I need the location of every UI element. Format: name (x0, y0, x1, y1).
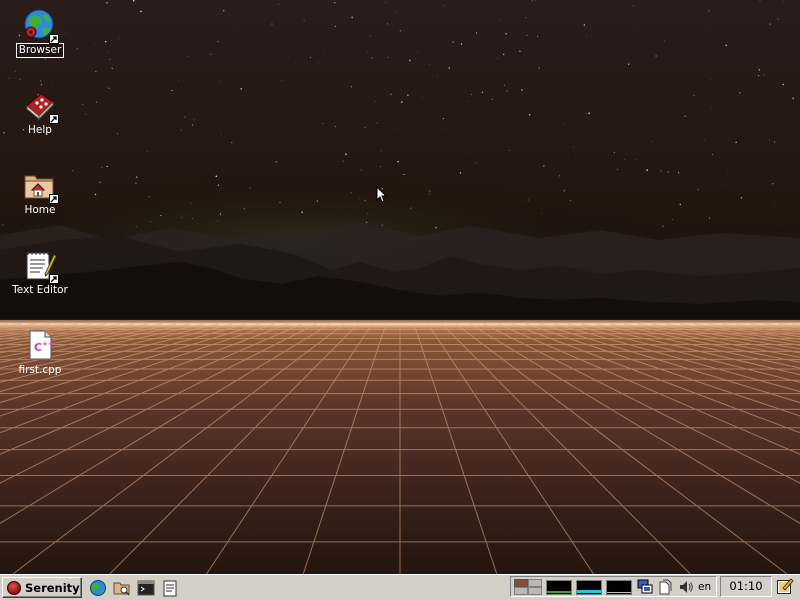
serenity-logo-icon (7, 580, 21, 595)
network-graph[interactable] (606, 580, 632, 595)
desktop-icon-help[interactable]: Help (0, 88, 80, 137)
desktop-icon-home[interactable]: Home (0, 168, 80, 217)
desktop-icon-label: Help (28, 124, 52, 136)
quick-launch-text-editor-icon[interactable] (161, 579, 179, 597)
clock[interactable]: 01:10 (720, 576, 772, 597)
desktop-icon-label: first.cpp (18, 364, 62, 376)
cpp-file-icon: C ++ (29, 330, 54, 360)
start-menu-button[interactable]: Serenity (2, 577, 82, 598)
desktop-icon-browser[interactable]: Browser (0, 8, 80, 58)
memory-graph[interactable] (576, 580, 602, 595)
workspace-switcher[interactable] (514, 579, 542, 595)
keymap-indicator[interactable]: en (698, 581, 711, 593)
notifications-icon[interactable] (776, 577, 794, 595)
desktop-icon-label: Text Editor (12, 284, 68, 296)
quick-launch-file-manager-icon[interactable] (113, 579, 131, 597)
clipboard-icon[interactable] (658, 579, 672, 595)
network-icon[interactable] (637, 579, 653, 595)
mouse-cursor-icon (376, 186, 388, 203)
shortcut-arrow-icon (49, 34, 59, 44)
desktop-icon-label: Home (24, 204, 56, 216)
shortcut-arrow-icon (49, 274, 59, 284)
svg-text:++: ++ (42, 340, 54, 348)
desktop-icon-first-cpp[interactable]: C ++ first.cpp (0, 328, 80, 377)
quick-launch-browser-icon[interactable] (89, 579, 107, 597)
desktop-wallpaper (0, 0, 800, 574)
desktop-icon-label: Browser (15, 43, 65, 58)
quick-launch-terminal-icon[interactable] (137, 579, 155, 597)
shortcut-arrow-icon (49, 194, 59, 204)
start-menu-label: Serenity (25, 580, 80, 595)
desktop-icon-text-editor[interactable]: Text Editor (0, 248, 80, 297)
svg-text:C: C (34, 341, 42, 354)
cpu-graph[interactable] (546, 580, 572, 595)
synthwave-grid-wallpaper (0, 0, 800, 574)
shortcut-arrow-icon (49, 114, 59, 124)
volume-icon[interactable] (678, 579, 694, 595)
